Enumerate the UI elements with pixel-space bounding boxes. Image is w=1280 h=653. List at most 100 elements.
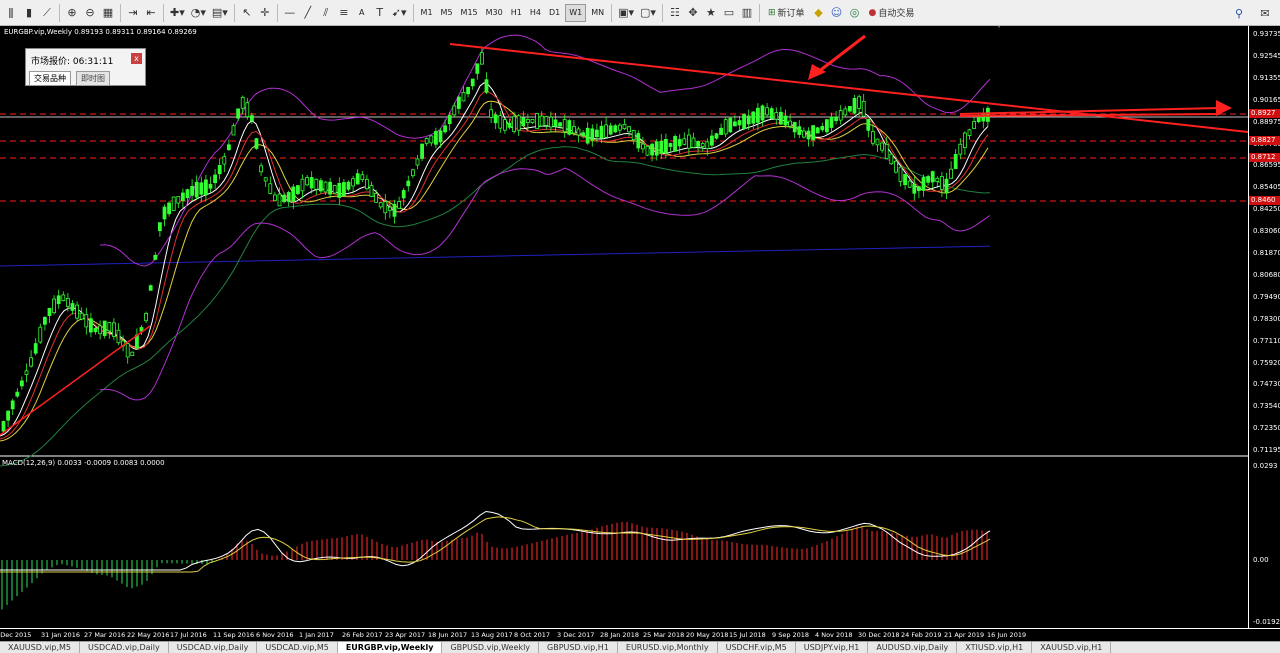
timeframe-m15[interactable]: M15 xyxy=(458,4,481,22)
timeframe-h4[interactable]: H4 xyxy=(527,4,544,22)
toolbar-separator xyxy=(412,3,414,22)
channel-icon[interactable]: ⫽ xyxy=(318,4,334,22)
timeframe-h1[interactable]: H1 xyxy=(508,4,525,22)
chart-window-icon[interactable]: ▣▾ xyxy=(616,4,636,22)
timeframe-w1[interactable]: W1 xyxy=(565,3,587,22)
candle-body xyxy=(199,182,204,195)
candle-body xyxy=(387,206,392,211)
timeframe-m30[interactable]: M30 xyxy=(483,4,506,22)
zoom-in-icon[interactable]: ⊕ xyxy=(64,4,80,22)
price-chart[interactable] xyxy=(0,26,1248,628)
indicators-icon[interactable]: ✚▾ xyxy=(168,4,187,22)
price-tick: 0.84250 xyxy=(1253,205,1280,214)
search-icon[interactable]: ⚲ xyxy=(1231,4,1247,22)
price-axis[interactable]: 0.937350.925450.913550.901650.889750.877… xyxy=(1248,26,1280,628)
line-chart-icon[interactable]: ⟋ xyxy=(39,4,55,22)
candle-body xyxy=(346,181,351,190)
chat-icon[interactable]: ✉ xyxy=(1257,4,1273,22)
chart-tab[interactable]: USDCAD.vip,Daily xyxy=(169,642,258,653)
candle-body xyxy=(806,130,811,140)
candle-body xyxy=(38,326,43,343)
timeframe-mn[interactable]: MN xyxy=(588,4,607,22)
timeframe-d1[interactable]: D1 xyxy=(546,4,563,22)
timeframe-m5[interactable]: M5 xyxy=(438,4,456,22)
candle-body xyxy=(848,105,852,112)
date-tick: 8 Oct 2017 xyxy=(514,631,551,639)
signals-icon[interactable]: ☺ xyxy=(829,4,845,22)
periods-icon[interactable]: ◔▾ xyxy=(189,4,208,22)
candle-body xyxy=(526,119,530,123)
cursor-icon[interactable]: ↖ xyxy=(239,4,255,22)
candle-body xyxy=(668,143,673,147)
terminal-icon[interactable]: ▭ xyxy=(721,4,737,22)
candle-body xyxy=(627,126,631,133)
candle-body xyxy=(66,298,70,307)
candle-body xyxy=(332,185,337,194)
candle-body xyxy=(61,294,66,302)
label-icon[interactable]: T xyxy=(372,4,388,22)
candle-body xyxy=(673,136,677,152)
date-tick: 17 Jul 2016 xyxy=(170,631,207,639)
candle-body xyxy=(70,303,75,311)
metaeditor-icon[interactable]: ◆ xyxy=(811,4,827,22)
candle-body xyxy=(240,96,245,109)
tester-icon[interactable]: ▥ xyxy=(739,4,755,22)
candle-body xyxy=(144,313,149,322)
date-tick: 6 Dec 2015 xyxy=(0,631,32,639)
chart-tab[interactable]: XTIUSD.vip,H1 xyxy=(957,642,1033,653)
chart-tab[interactable]: USDCAD.vip,Daily xyxy=(80,642,169,653)
candle-body xyxy=(107,322,112,332)
candle-body xyxy=(406,180,411,187)
chart-tab[interactable]: AUDUSD.vip,Daily xyxy=(868,642,958,653)
auto-trading-button[interactable]: ● 自动交易 xyxy=(865,4,919,22)
chart-tab[interactable]: USDJPY.vip,H1 xyxy=(796,642,869,653)
new-order-button[interactable]: ⊞ 新订单 xyxy=(764,4,809,22)
text-icon[interactable]: A xyxy=(354,4,370,22)
chart-tab[interactable]: GBPUSD.vip,H1 xyxy=(539,642,618,653)
trendline-icon[interactable]: ╱ xyxy=(300,4,316,22)
toolbar-separator xyxy=(276,3,278,22)
timeframe-m1[interactable]: M1 xyxy=(418,4,436,22)
crosshair-icon[interactable]: ✛ xyxy=(257,4,273,22)
history-icon[interactable]: ☷ xyxy=(667,4,683,22)
chart-tab[interactable]: XAUUSD.vip,H1 xyxy=(1032,642,1112,653)
favorites-icon[interactable]: ★ xyxy=(703,4,719,22)
hline-icon[interactable]: — xyxy=(282,4,298,22)
candle-body xyxy=(967,129,972,136)
chart-tab[interactable]: XAUUSD.vip,M5 xyxy=(0,642,81,653)
market-icon[interactable]: ◎ xyxy=(847,4,863,22)
chart-tab[interactable]: USDCHF.vip,M5 xyxy=(718,642,796,653)
market-watch-panel: 市场报价: 06:31:11 x 交易品种 即时图 xyxy=(25,48,146,86)
navigator-icon[interactable]: ✥ xyxy=(685,4,701,22)
tile-windows-icon[interactable]: ▦ xyxy=(100,4,116,22)
tab-tick-chart[interactable]: 即时图 xyxy=(76,71,110,86)
autoscroll-icon[interactable]: ⇥ xyxy=(125,4,141,22)
candle-body xyxy=(719,127,723,135)
price-tick: 0.73540 xyxy=(1253,402,1280,411)
candle-body xyxy=(705,141,710,149)
arrows-icon[interactable]: ➹▾ xyxy=(390,4,409,22)
chart-shift-icon[interactable]: ⇤ xyxy=(143,4,159,22)
chart-tab[interactable]: EURGBP.vip,Weekly xyxy=(337,642,443,653)
tab-symbols[interactable]: 交易品种 xyxy=(29,71,71,86)
candle-body xyxy=(176,196,181,204)
templates-icon[interactable]: ▤▾ xyxy=(210,4,230,22)
fibo-icon[interactable]: ≡ xyxy=(336,4,352,22)
chart-options-icon[interactable]: ▢▾ xyxy=(638,4,658,22)
chart-tab[interactable]: EURUSD.vip,Monthly xyxy=(618,642,718,653)
candle-body xyxy=(213,174,218,184)
chart-tab[interactable]: GBPUSD.vip,Weekly xyxy=(442,642,540,653)
chart-background xyxy=(0,26,1248,628)
candle-body xyxy=(958,143,963,155)
date-tick: 24 Feb 2019 xyxy=(901,631,942,639)
candle-body xyxy=(604,124,608,138)
chart-tab[interactable]: USDCAD.vip,M5 xyxy=(257,642,338,653)
close-icon[interactable]: x xyxy=(131,53,142,64)
candle-chart-icon[interactable]: ▮ xyxy=(21,4,37,22)
bar-chart-icon[interactable]: ǁ xyxy=(3,4,19,22)
auto-trading-icon: ● xyxy=(868,7,877,18)
candle-body xyxy=(972,121,976,129)
zoom-out-icon[interactable]: ⊖ xyxy=(82,4,98,22)
candle-body xyxy=(190,185,195,196)
candle-body xyxy=(567,120,572,135)
